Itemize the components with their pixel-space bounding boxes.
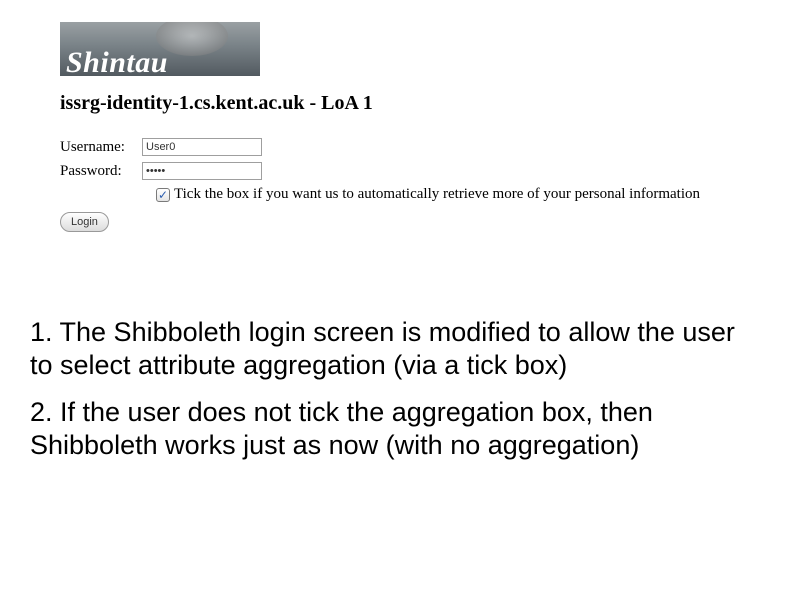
aggregation-checkbox-row: ✓ Tick the box if you want us to automat… [156, 186, 700, 203]
login-button[interactable]: Login [60, 212, 109, 232]
page-heading: issrg-identity-1.cs.kent.ac.uk - LoA 1 [60, 92, 373, 115]
username-label: Username: [60, 139, 142, 156]
explanation-text: 1. The Shibboleth login screen is modifi… [30, 316, 750, 476]
shintau-logo: Shintau [60, 22, 260, 76]
aggregation-checkbox-label: Tick the box if you want us to automatic… [174, 186, 700, 203]
logo-text: Shintau [66, 46, 168, 76]
paragraph-1: 1. The Shibboleth login screen is modifi… [30, 316, 750, 382]
check-icon: ✓ [158, 189, 168, 201]
aggregation-checkbox[interactable]: ✓ [156, 188, 170, 202]
password-row: Password: [60, 162, 262, 180]
username-input[interactable] [142, 138, 262, 156]
password-input[interactable] [142, 162, 262, 180]
login-form: Username: Password: [60, 138, 262, 186]
password-label: Password: [60, 163, 142, 180]
username-row: Username: [60, 138, 262, 156]
paragraph-2: 2. If the user does not tick the aggrega… [30, 396, 750, 462]
